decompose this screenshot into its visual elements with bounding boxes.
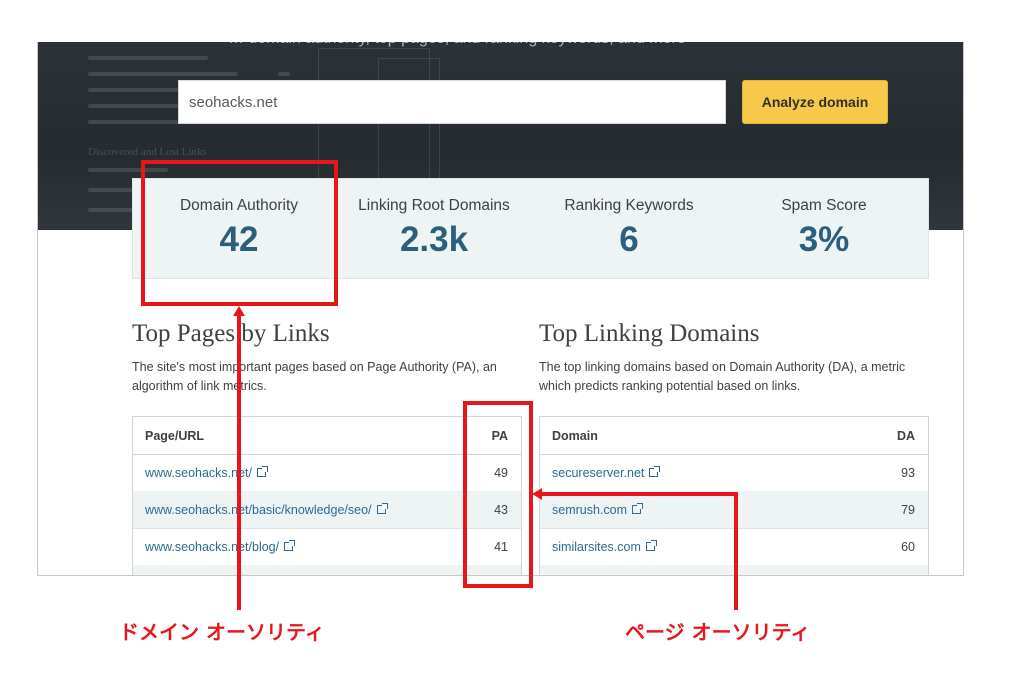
domain-link[interactable]: similarsites.com [552,540,641,554]
domain-authority-highlight-box [141,160,338,306]
metric-value: 3% [798,220,850,259]
domain-link[interactable]: secureserver.net [552,466,644,480]
external-link-icon[interactable] [632,503,644,514]
domain-authority-arrow-head [233,306,245,316]
column-header-da[interactable]: DA [897,417,915,454]
metric-value: 6 [619,220,639,259]
external-link-icon[interactable] [645,540,657,551]
external-link-icon[interactable] [376,503,388,514]
table-header: Domain DA [540,417,928,455]
hero-header-text: … domain authority, top pages, and ranki… [228,42,828,50]
external-link-icon[interactable] [649,466,661,477]
column-header-domain[interactable]: Domain [552,417,598,454]
domain-authority-annotation: ドメイン オーソリティ [119,620,325,644]
metric-label: Linking Root Domains [358,197,510,214]
external-link-icon[interactable] [284,540,296,551]
column-header-page-url[interactable]: Page/URL [145,417,204,454]
background-decor-text: Discovered and Lost Links [88,146,207,158]
metric-ranking-keywords: Ranking Keywords 6 [531,179,727,280]
top-pages-description: The site's most important pages based on… [132,360,497,393]
page-url-link[interactable]: www.seohacks.net/ [145,466,252,480]
external-link-icon[interactable] [257,466,268,477]
metric-spam-score: Spam Score 3% [726,179,922,280]
top-pages-title: Top Pages by Links [132,320,330,347]
page-authority-arrow-head [532,488,542,500]
da-value: 93 [901,465,915,480]
page-authority-arrow-vertical [734,492,738,610]
top-domains-title: Top Linking Domains [539,320,760,347]
domain-link[interactable]: semrush.com [552,503,627,517]
page-authority-highlight-box [463,401,533,588]
domain-search-input[interactable]: seohacks.net [178,80,726,124]
metric-value: 2.3k [399,220,469,259]
page-url-link[interactable]: www.seohacks.net/blog/ [145,540,279,554]
metric-label: Ranking Keywords [564,197,694,214]
analyze-domain-button[interactable]: Analyze domain [742,80,888,124]
top-domains-description: The top linking domains based on Domain … [539,360,906,393]
page-url-link[interactable]: www.seohacks.net/basic/knowledge/seo/ [145,503,372,517]
page-authority-arrow-horizontal [542,492,738,496]
page-authority-annotation: ページ オーソリティ [625,620,811,644]
da-value: 79 [901,502,915,517]
metric-linking-root-domains: Linking Root Domains 2.3k [336,179,532,280]
da-value: 60 [901,539,915,554]
table-row: secureserver.net 93 [540,454,928,492]
domain-authority-arrow-line [237,315,241,610]
metric-label: Spam Score [781,197,867,214]
